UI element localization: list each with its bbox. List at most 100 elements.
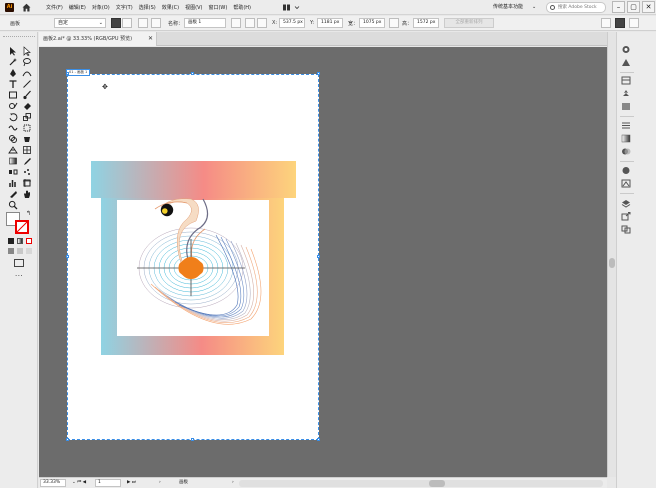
artboard-nav-prev[interactable]: ⌄ ⏮ ◀ [72, 479, 86, 487]
artboard-options-icon[interactable] [245, 18, 255, 28]
maximize-icon[interactable]: ▢ [627, 1, 640, 13]
menu-view[interactable]: 视图(V) [185, 4, 202, 11]
minimize-icon[interactable]: – [612, 1, 625, 13]
vertical-scrollbar[interactable] [607, 32, 616, 477]
menu-help[interactable]: 帮助(H) [233, 4, 251, 11]
menu-edit[interactable]: 编辑(E) [69, 4, 86, 11]
x-field[interactable]: 537.5 px [279, 18, 305, 28]
home-icon[interactable] [21, 2, 32, 13]
menu-select[interactable]: 选择(S) [139, 4, 156, 11]
status-arrow-icon[interactable]: › [232, 479, 234, 487]
menu-type[interactable]: 文字(T) [116, 4, 133, 11]
color-mode-icon[interactable] [8, 238, 14, 244]
tab-document[interactable]: 画板2.ai* @ 33.33% (RGB/GPU 预览) ✕ [39, 32, 157, 46]
type-tool-icon[interactable] [8, 79, 18, 89]
rearrange-all-button[interactable]: 全部重新排列 [444, 18, 494, 28]
scale-tool-icon[interactable] [22, 112, 32, 122]
line-tool-icon[interactable] [22, 79, 32, 89]
slice-tool-icon[interactable] [8, 189, 18, 199]
shape-builder-tool-icon[interactable] [8, 134, 18, 144]
none-mode-icon[interactable] [26, 238, 32, 244]
link-proportions-icon[interactable] [389, 18, 399, 28]
selection-tool-icon[interactable] [8, 46, 18, 56]
layers-icon[interactable] [621, 199, 631, 208]
artboard-handle[interactable] [191, 438, 194, 441]
horizontal-scroll-thumb[interactable] [429, 480, 445, 487]
width-field[interactable]: 1075 px [359, 18, 385, 28]
gradient-mode-icon[interactable] [17, 238, 23, 244]
zoom-select[interactable]: 33.33% [40, 479, 66, 487]
hand-tool-icon[interactable] [22, 189, 32, 199]
artboards-panel-icon[interactable] [621, 225, 631, 234]
stroke-swatch[interactable] [15, 220, 29, 234]
lasso-tool-icon[interactable] [22, 57, 32, 67]
screen-mode-icon[interactable] [14, 259, 24, 267]
libraries-icon[interactable] [621, 76, 631, 85]
artboard-tool-icon[interactable] [22, 178, 32, 188]
artboard-handle[interactable] [317, 438, 320, 441]
rotate-tool-icon[interactable] [8, 112, 18, 122]
graphic-styles-icon[interactable] [621, 102, 631, 111]
reference-point-icon[interactable] [257, 18, 267, 28]
chevron-down-icon[interactable]: ⌄ [532, 4, 536, 10]
rectangle-tool-icon[interactable] [8, 90, 18, 100]
artboard-handle[interactable] [66, 438, 69, 441]
artboard-handle[interactable] [66, 255, 69, 258]
delete-artboard-icon[interactable] [151, 18, 161, 28]
color-guide-icon[interactable] [621, 45, 631, 54]
workspace-switcher[interactable]: 传统基本功能 [493, 3, 523, 10]
paintbrush-tool-icon[interactable] [22, 90, 32, 100]
menu-icon[interactable] [629, 18, 639, 28]
artboard-preset-select[interactable]: 自定 ⌄ [54, 18, 106, 28]
menu-file[interactable]: 文件(F) [46, 4, 63, 11]
artboard-handle[interactable] [66, 72, 69, 75]
swap-fill-stroke-icon[interactable]: ↰ [26, 210, 31, 217]
arrange-documents-icon[interactable] [282, 3, 304, 12]
eraser-tool-icon[interactable] [22, 101, 32, 111]
draw-inside-icon[interactable] [26, 248, 32, 254]
live-paint-tool-icon[interactable] [22, 134, 32, 144]
artboard-name-field[interactable]: 画板 1 [184, 18, 226, 28]
horizontal-scrollbar[interactable] [239, 480, 603, 487]
draw-behind-icon[interactable] [17, 248, 23, 254]
eyedropper-tool-icon[interactable] [22, 156, 32, 166]
menu-object[interactable]: 对象(O) [92, 4, 110, 11]
gradient-tool-icon[interactable] [8, 156, 18, 166]
frame-top-band[interactable] [91, 161, 296, 198]
perspective-grid-tool-icon[interactable] [8, 145, 18, 155]
symbol-sprayer-tool-icon[interactable] [22, 167, 32, 177]
menu-window[interactable]: 窗口(W) [208, 4, 227, 11]
panel-grip[interactable] [3, 36, 35, 39]
status-menu-arrow-icon[interactable]: › [159, 479, 161, 487]
height-field[interactable]: 1572 px [413, 18, 439, 28]
direct-selection-tool-icon[interactable] [22, 46, 32, 56]
landscape-orientation-icon[interactable] [122, 18, 132, 28]
zoom-tool-icon[interactable] [8, 200, 18, 210]
menu-effect[interactable]: 效果(C) [162, 4, 179, 11]
magic-wand-tool-icon[interactable] [8, 57, 18, 67]
close-tab-icon[interactable]: ✕ [148, 32, 153, 46]
shaper-tool-icon[interactable] [8, 101, 18, 111]
move-copy-artwork-icon[interactable] [231, 18, 241, 28]
image-trace-icon[interactable] [621, 179, 631, 188]
draw-mode-icon[interactable] [8, 248, 14, 254]
artboard-handle[interactable] [317, 255, 320, 258]
column-graph-tool-icon[interactable] [8, 178, 18, 188]
curvature-tool-icon[interactable] [22, 68, 32, 78]
brushes-icon[interactable] [621, 58, 631, 67]
new-artboard-icon[interactable] [138, 18, 148, 28]
align-panel-icon[interactable] [601, 18, 611, 28]
search-input[interactable]: 搜索 Adobe Stock [546, 2, 606, 13]
gradient-panel-icon[interactable] [621, 134, 631, 143]
properties-icon[interactable] [615, 18, 625, 28]
mesh-tool-icon[interactable] [22, 145, 32, 155]
pen-tool-icon[interactable] [8, 68, 18, 78]
artwork[interactable] [91, 159, 296, 359]
free-transform-tool-icon[interactable] [22, 123, 32, 133]
stroke-panel-icon[interactable] [621, 121, 631, 130]
close-icon[interactable]: ✕ [642, 1, 655, 13]
symbols-icon[interactable] [621, 89, 631, 98]
blend-tool-icon[interactable] [8, 167, 18, 177]
portrait-orientation-icon[interactable] [111, 18, 121, 28]
transparency-icon[interactable] [621, 147, 631, 156]
